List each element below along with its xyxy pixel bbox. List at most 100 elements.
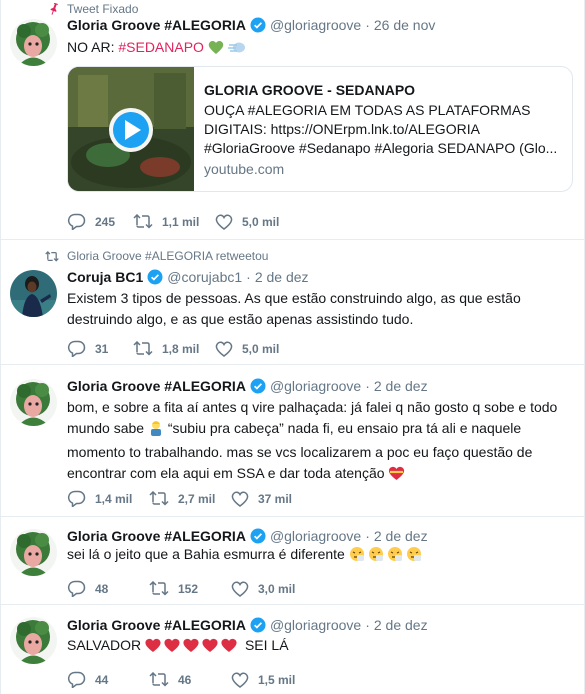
avatar[interactable] [10, 529, 57, 576]
retweet-icon [45, 250, 59, 262]
card-domain: youtube.com [204, 161, 285, 177]
avatar[interactable] [10, 19, 57, 66]
user-name[interactable]: Coruja BC1 [67, 269, 143, 285]
tweet-actions: 1,4 mil 2,7 mil 37 mil [67, 490, 292, 507]
retweet-icon [149, 491, 169, 506]
user-handle[interactable]: @corujabc1 [167, 269, 242, 285]
retweet-button[interactable]: 1,1 mil [133, 214, 215, 229]
tweet-timestamp[interactable]: 2 de dez [374, 617, 428, 633]
hashtag-link[interactable]: #SEDANAPO [118, 39, 204, 55]
tweet-text: Existem 3 tipos de pessoas. As que estão… [67, 290, 521, 327]
sneezing-face-emoji-icon [349, 546, 425, 567]
tweet-pinned[interactable]: Tweet Fixado Gloria Groove #ALEGORIA @gl… [1, 0, 585, 240]
tweet-timestamp[interactable]: 2 de dez [374, 528, 428, 544]
heart-icon [215, 341, 233, 357]
red-hearts-emoji-icon [145, 638, 241, 658]
tweet-timestamp[interactable]: 26 de nov [374, 17, 436, 33]
tweet-header: Gloria Groove #ALEGORIA @gloriagroove · … [67, 378, 428, 394]
card-body: GLORIA GROOVE - SEDANAPO OUÇA #ALEGORIA … [194, 67, 572, 191]
card-description: OUÇA #ALEGORIA EM TODAS AS PLATAFORMAS D… [204, 102, 558, 156]
like-button[interactable]: 5,0 mil [215, 214, 279, 230]
tweet-header: Gloria Groove #ALEGORIA @gloriagroove · … [67, 617, 428, 633]
reply-count: 31 [95, 341, 109, 356]
retweet-count: 2,7 mil [178, 491, 216, 506]
reply-icon [67, 671, 86, 688]
reply-icon [67, 580, 86, 597]
dash-emoji-icon [227, 40, 246, 60]
user-handle[interactable]: @gloriagroove [270, 378, 361, 394]
tweet-actions: 31 1,8 mil 5,0 mil [67, 340, 279, 357]
retweet-count: 1,1 mil [162, 214, 200, 229]
tweet-text: bom, e sobre a fita aí antes q vire palh… [67, 397, 572, 487]
reply-icon [67, 340, 86, 357]
reply-button[interactable]: 44 [67, 671, 149, 688]
like-button[interactable]: 1,5 mil [231, 672, 295, 688]
retweet-count: 152 [178, 581, 199, 596]
retweet-icon [149, 581, 169, 596]
heart-icon [231, 491, 249, 507]
tweet[interactable]: Gloria Groove #ALEGORIA @gloriagroove · … [1, 365, 585, 517]
reply-count: 1,4 mil [95, 491, 133, 506]
person-gesturing-emoji-icon [148, 420, 164, 442]
verified-badge-icon [250, 528, 266, 544]
user-handle[interactable]: @gloriagroove [270, 617, 361, 633]
reply-icon [67, 490, 86, 507]
tweet-text: NO AR: #SEDANAPO [67, 37, 572, 60]
reply-button[interactable]: 31 [67, 340, 133, 357]
user-name[interactable]: Gloria Groove #ALEGORIA [67, 617, 246, 633]
card-title: GLORIA GROOVE - SEDANAPO [204, 82, 416, 98]
tweet-context-label: Gloria Groove #ALEGORIA retweetou [67, 249, 269, 263]
reply-button[interactable]: 48 [67, 580, 149, 597]
tweet-context: Tweet Fixado [45, 2, 138, 16]
heart-icon [231, 581, 249, 597]
user-name[interactable]: Gloria Groove #ALEGORIA [67, 528, 246, 544]
like-button[interactable]: 5,0 mil [215, 341, 279, 357]
retweet-icon [133, 341, 153, 356]
link-preview-card[interactable]: GLORIA GROOVE - SEDANAPO OUÇA #ALEGORIA … [67, 66, 573, 192]
retweet-icon [133, 214, 153, 229]
reply-count: 48 [95, 581, 109, 596]
retweet-button[interactable]: 2,7 mil [149, 491, 231, 506]
verified-badge-icon [250, 378, 266, 394]
tweet-text: sei lá o jeito que a Bahia esmurra é dif… [67, 544, 572, 567]
reply-button[interactable]: 245 [67, 213, 133, 230]
heart-icon [215, 214, 233, 230]
tweet-text: SALVADOR SEI LÁ [67, 635, 572, 658]
tweet-actions: 48 152 3,0 mil [67, 580, 295, 597]
pin-icon [45, 3, 59, 15]
like-count: 5,0 mil [242, 214, 280, 229]
user-handle[interactable]: @gloriagroove [270, 528, 361, 544]
retweet-count: 1,8 mil [162, 341, 200, 356]
tweet-context: Gloria Groove #ALEGORIA retweetou [45, 249, 268, 263]
retweet-button[interactable]: 46 [149, 672, 231, 687]
avatar[interactable] [10, 270, 57, 317]
tweet[interactable]: Gloria Groove #ALEGORIA @gloriagroove · … [1, 517, 585, 605]
retweet-button[interactable]: 152 [149, 581, 231, 596]
green-heart-emoji-icon [208, 40, 224, 60]
avatar[interactable] [10, 379, 57, 426]
tweet[interactable]: Gloria Groove #ALEGORIA @gloriagroove · … [1, 605, 585, 694]
avatar[interactable] [10, 617, 57, 664]
reply-button[interactable]: 1,4 mil [67, 490, 149, 507]
timeline: Tweet Fixado Gloria Groove #ALEGORIA @gl… [0, 0, 585, 694]
like-button[interactable]: 37 mil [231, 491, 292, 507]
tweet-header: Gloria Groove #ALEGORIA @gloriagroove · … [67, 17, 436, 33]
like-count: 37 mil [258, 491, 293, 506]
reply-count: 44 [95, 672, 109, 687]
tweet-timestamp[interactable]: 2 de dez [374, 378, 428, 394]
user-name[interactable]: Gloria Groove #ALEGORIA [67, 378, 246, 394]
video-thumbnail[interactable] [68, 67, 194, 191]
retweet-icon [149, 672, 169, 687]
verified-badge-icon [147, 269, 163, 285]
reply-icon [67, 213, 86, 230]
user-name[interactable]: Gloria Groove #ALEGORIA [67, 17, 246, 33]
tweet-timestamp[interactable]: 2 de dez [255, 269, 309, 285]
like-button[interactable]: 3,0 mil [231, 581, 295, 597]
tweet-actions: 245 1,1 mil 5,0 mil [67, 213, 279, 230]
like-count: 3,0 mil [258, 581, 296, 596]
tweet-header: Coruja BC1 @corujabc1 · 2 de dez [67, 269, 309, 285]
retweet-button[interactable]: 1,8 mil [133, 341, 215, 356]
tweet-retweet[interactable]: Gloria Groove #ALEGORIA retweetou Coruja… [1, 240, 585, 365]
reply-count: 245 [95, 214, 116, 229]
user-handle[interactable]: @gloriagroove [270, 17, 361, 33]
